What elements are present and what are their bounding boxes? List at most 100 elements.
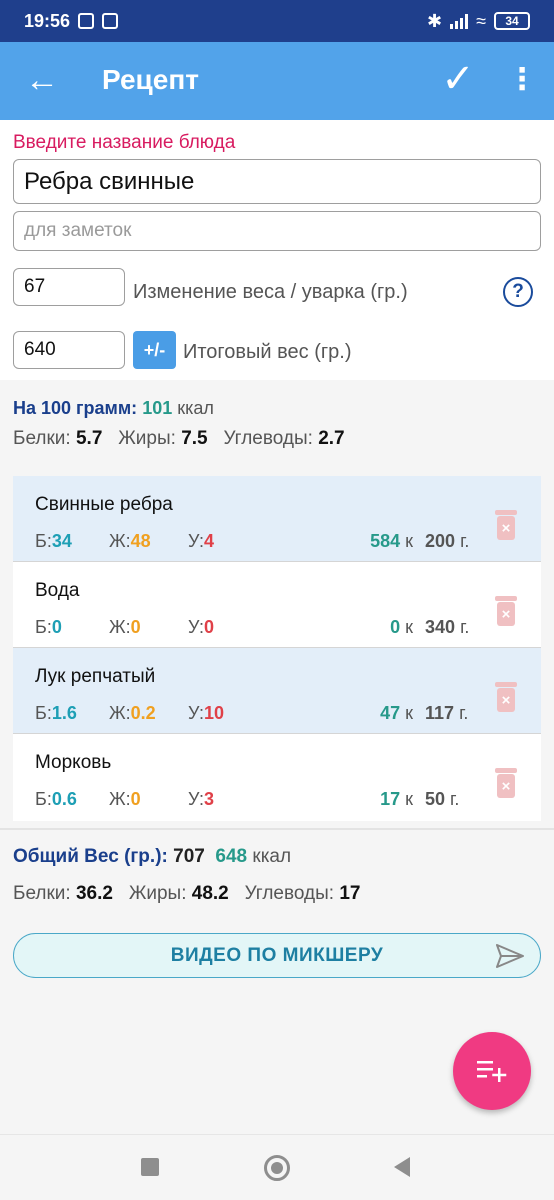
weight-cell: 117 г. bbox=[425, 703, 468, 724]
fat-label: Жиры: bbox=[128, 883, 187, 904]
dish-name-input[interactable]: Ребра свинные bbox=[13, 159, 541, 204]
confirm-button[interactable]: ✓ bbox=[436, 54, 480, 104]
check-icon: ✓ bbox=[441, 57, 475, 101]
weight-change-label: Изменение веса / уварка (гр.) bbox=[133, 281, 408, 303]
final-weight-label: Итоговый вес (гр.) bbox=[183, 341, 352, 363]
kcal-unit: к bbox=[405, 703, 413, 723]
protein-label: Б: bbox=[35, 703, 52, 723]
weight-value: 340 bbox=[425, 617, 456, 637]
fat-label: Ж: bbox=[109, 617, 131, 637]
delete-button[interactable]: × bbox=[495, 682, 517, 712]
signal-icon bbox=[450, 13, 469, 29]
add-ingredient-fab[interactable] bbox=[453, 1032, 531, 1110]
weight-change-input[interactable]: 67 bbox=[13, 268, 125, 306]
kcal-value: 584 bbox=[370, 531, 401, 551]
kcal-unit: к bbox=[405, 617, 413, 637]
send-icon bbox=[496, 944, 524, 968]
system-back-button[interactable] bbox=[394, 1157, 410, 1177]
help-circle-icon: ? bbox=[512, 281, 524, 302]
carbs-value: 4 bbox=[204, 531, 215, 551]
totals-macros: Белки: 36.2 Жиры: 48.2 Углеводы: 17 bbox=[13, 883, 360, 905]
kcal-unit: к bbox=[405, 531, 413, 551]
notes-input[interactable]: для заметок bbox=[13, 211, 541, 251]
carbs-value: 17 bbox=[339, 883, 361, 904]
delete-button[interactable]: × bbox=[495, 596, 517, 626]
ingredient-name: Лук репчатый bbox=[35, 666, 156, 687]
video-button[interactable]: ВИДЕО ПО МИКШЕРУ bbox=[13, 933, 541, 978]
protein-cell: Б:0.6 bbox=[35, 789, 77, 810]
weight-value: 50 bbox=[425, 789, 446, 809]
protein-cell: Б:1.6 bbox=[35, 703, 77, 724]
ingredient-name: Вода bbox=[35, 580, 80, 601]
carbs-cell: У:10 bbox=[188, 703, 224, 724]
divider bbox=[0, 828, 554, 830]
bluetooth-icon: ✱ bbox=[427, 10, 443, 31]
total-kcal-unit: ккал bbox=[252, 846, 292, 867]
plus-minus-button[interactable]: +/- bbox=[133, 331, 176, 369]
final-weight-input[interactable]: 640 bbox=[13, 331, 125, 369]
fat-label: Ж: bbox=[109, 703, 131, 723]
gram-unit: г. bbox=[460, 531, 470, 551]
carbs-cell: У:0 bbox=[188, 617, 214, 638]
nfc-icon bbox=[78, 13, 95, 29]
fat-cell: Ж:0 bbox=[109, 789, 141, 810]
trash-icon bbox=[495, 682, 517, 687]
status-time: 19:56 bbox=[24, 10, 71, 31]
more-menu-button[interactable]: ⋮ bbox=[506, 56, 538, 102]
total-weight-label: Общий Вес (гр.): bbox=[13, 846, 168, 867]
carbs-value: 3 bbox=[204, 789, 215, 809]
totals-summary: Общий Вес (гр.): 707 648 ккал bbox=[13, 846, 291, 868]
gram-unit: г. bbox=[460, 617, 470, 637]
ingredient-item[interactable]: Лук репчатый Б:1.6 Ж:0.2 У:10 47 к 117 г… bbox=[13, 648, 541, 734]
per100-kcal-unit: ккал bbox=[177, 398, 214, 418]
fat-value: 0.2 bbox=[130, 703, 156, 723]
carbs-cell: У:4 bbox=[188, 531, 214, 552]
gram-unit: г. bbox=[459, 703, 469, 723]
system-nav-bar bbox=[0, 1134, 554, 1200]
ingredient-item[interactable]: Вода Б:0 Ж:0 У:0 0 к 340 г. × bbox=[13, 562, 541, 648]
ingredient-item[interactable]: Свинные ребра Б:34 Ж:48 У:4 584 к 200 г.… bbox=[13, 476, 541, 562]
fat-value: 0 bbox=[130, 617, 141, 637]
kcal-unit: к bbox=[405, 789, 413, 809]
delete-button[interactable]: × bbox=[495, 510, 517, 540]
fat-value: 7.5 bbox=[181, 428, 208, 449]
protein-label: Б: bbox=[35, 617, 52, 637]
ingredient-item[interactable]: Морковь Б:0.6 Ж:0 У:3 17 к 50 г. × bbox=[13, 734, 541, 820]
kcal-cell: 47 к bbox=[380, 703, 413, 724]
fat-label: Жиры: bbox=[118, 428, 176, 449]
delete-button[interactable]: × bbox=[495, 768, 517, 798]
per100-summary: На 100 грамм: 101 ккал bbox=[13, 398, 214, 419]
trash-icon bbox=[495, 768, 517, 773]
video-button-label: ВИДЕО ПО МИКШЕРУ bbox=[170, 944, 384, 966]
kcal-value: 47 bbox=[380, 703, 401, 723]
protein-value: 36.2 bbox=[75, 883, 113, 904]
per100-macros: Белки: 5.7 Жиры: 7.5 Углеводы: 2.7 bbox=[13, 428, 345, 450]
fat-value: 0 bbox=[130, 789, 141, 809]
home-button[interactable] bbox=[264, 1155, 290, 1181]
weight-value: 117 bbox=[425, 703, 455, 723]
total-kcal-value: 648 bbox=[215, 846, 248, 867]
protein-value: 34 bbox=[51, 531, 72, 551]
fat-cell: Ж:0.2 bbox=[109, 703, 156, 724]
ingredient-name: Свинные ребра bbox=[35, 494, 173, 515]
kcal-value: 0 bbox=[390, 617, 401, 637]
carbs-label: У: bbox=[188, 703, 205, 723]
protein-label: Б: bbox=[35, 531, 52, 551]
fat-value: 48.2 bbox=[191, 883, 229, 904]
protein-label: Белки: bbox=[13, 883, 71, 904]
back-button[interactable]: ← bbox=[22, 60, 62, 100]
carbs-label: У: bbox=[188, 531, 205, 551]
app-bar: ← Рецепт ✓ ⋮ bbox=[0, 42, 554, 120]
status-bar: 19:56 ✱ ≈ 34 bbox=[0, 0, 554, 42]
weight-cell: 200 г. bbox=[425, 531, 469, 552]
battery-icon: 34 bbox=[494, 12, 530, 30]
calendar-icon bbox=[102, 13, 119, 29]
playlist-add-icon bbox=[477, 1061, 507, 1082]
carbs-value: 10 bbox=[204, 703, 225, 723]
fat-label: Ж: bbox=[109, 789, 131, 809]
help-button[interactable]: ? bbox=[503, 277, 533, 307]
carbs-cell: У:3 bbox=[188, 789, 214, 810]
protein-label: Белки: bbox=[13, 428, 71, 449]
recents-button[interactable] bbox=[141, 1158, 159, 1176]
carbs-value: 0 bbox=[204, 617, 215, 637]
